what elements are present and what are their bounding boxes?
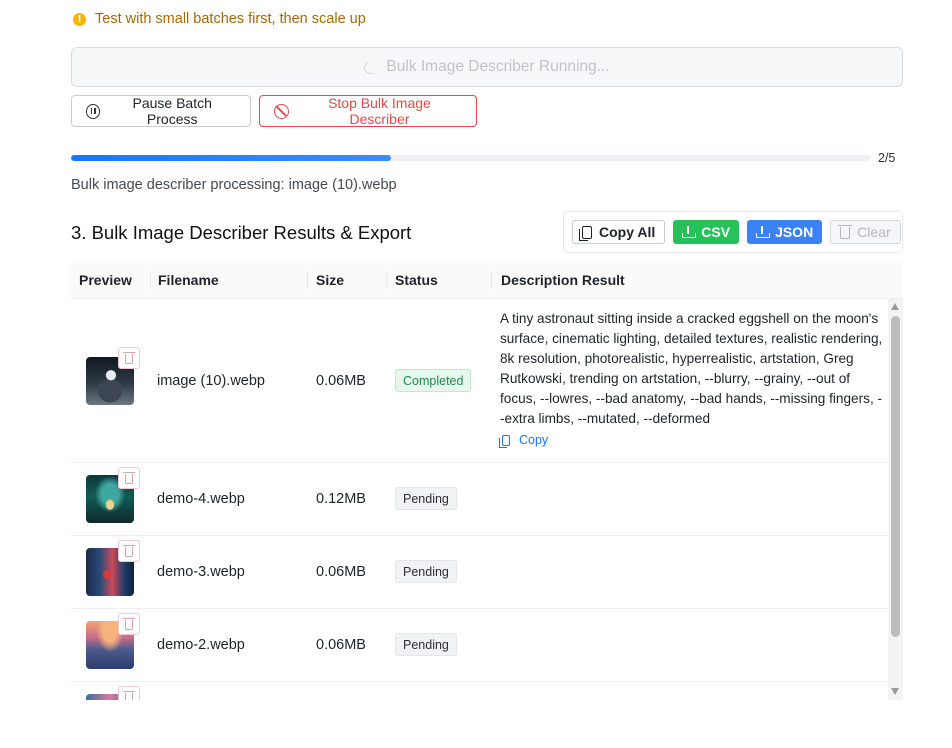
processing-status: Bulk image describer processing: image (…	[71, 177, 397, 193]
column-separator	[386, 271, 387, 289]
filename-cell: demo-4.webp	[157, 491, 245, 507]
info-icon: !	[73, 12, 86, 26]
size-cell: 0.06MB	[316, 637, 366, 653]
copy-icon	[579, 225, 592, 241]
table-row: demo-2.webp 0.06MB Pending	[71, 609, 888, 682]
progress-count: 2/5	[878, 151, 896, 165]
status-badge: Completed	[395, 369, 472, 392]
table-row: demo-4.webp 0.12MB Pending	[71, 463, 888, 536]
remove-image-button[interactable]	[118, 347, 140, 369]
remove-image-button[interactable]	[118, 467, 140, 489]
stop-icon	[274, 103, 289, 119]
remove-image-button[interactable]	[118, 540, 140, 562]
tip-text: Test with small batches first, then scal…	[95, 11, 366, 27]
table-scrollbar[interactable]	[888, 299, 903, 700]
size-cell: 0.06MB	[316, 564, 366, 580]
column-filename: Filename	[158, 272, 219, 288]
size-cell: 0.12MB	[316, 491, 366, 507]
column-size: Size	[316, 272, 345, 288]
batch-controls: Pause Batch Process Stop Bulk Image Desc…	[71, 95, 477, 127]
export-csv-button[interactable]: CSV	[673, 220, 740, 244]
remove-image-button[interactable]	[118, 686, 140, 700]
scroll-down-arrow-icon[interactable]	[891, 688, 899, 695]
copy-description-label: Copy	[519, 433, 549, 447]
spinner-icon	[362, 58, 380, 76]
csv-label: CSV	[701, 224, 731, 240]
column-separator	[491, 271, 492, 289]
status-badge: Pending	[395, 633, 457, 656]
tip-banner: ! Test with small batches first, then sc…	[73, 11, 366, 27]
remove-image-button[interactable]	[118, 613, 140, 635]
table-header: Preview Filename Size Status Description…	[71, 261, 903, 299]
filename-cell: demo-3.webp	[157, 564, 245, 580]
column-preview: Preview	[79, 272, 132, 288]
pause-batch-button[interactable]: Pause Batch Process	[71, 95, 251, 127]
json-label: JSON	[775, 224, 814, 240]
column-separator	[307, 271, 308, 289]
results-title: 3. Bulk Image Describer Results & Export	[71, 222, 412, 243]
status-badge: Pending	[395, 487, 457, 510]
export-toolbar: Copy All CSV JSON Clear	[563, 211, 903, 253]
download-icon	[756, 226, 771, 238]
table-row: demo-3.webp 0.06MB Pending	[71, 536, 888, 609]
running-button[interactable]: Bulk Image Describer Running...	[71, 47, 903, 87]
trash-icon	[123, 618, 135, 630]
clear-button[interactable]: Clear	[830, 220, 901, 244]
filename-cell: demo-2.webp	[157, 637, 245, 653]
column-status: Status	[395, 272, 438, 288]
trash-icon	[123, 352, 135, 364]
column-separator	[150, 271, 151, 289]
copy-all-label: Copy All	[599, 224, 656, 240]
description-text: A tiny astronaut sitting inside a cracke…	[500, 311, 883, 426]
scroll-up-arrow-icon[interactable]	[891, 303, 899, 310]
pause-batch-label: Pause Batch Process	[132, 95, 212, 127]
table-row	[71, 682, 888, 700]
progress-bar	[71, 155, 870, 161]
trash-icon	[838, 225, 853, 239]
status-badge: Pending	[395, 560, 457, 583]
download-icon	[682, 226, 697, 238]
export-json-button[interactable]: JSON	[747, 220, 823, 244]
trash-icon	[123, 472, 135, 484]
results-table: Preview Filename Size Status Description…	[71, 261, 903, 700]
copy-icon	[499, 434, 510, 448]
table-body: image (10).webp 0.06MB Completed A tiny …	[71, 299, 888, 700]
pause-icon	[86, 103, 101, 119]
stop-describer-button[interactable]: Stop Bulk Image Describer	[259, 95, 477, 127]
clear-label: Clear	[857, 224, 891, 240]
trash-icon	[123, 545, 135, 557]
progress-fill	[71, 155, 391, 161]
copy-all-button[interactable]: Copy All	[572, 220, 666, 244]
trash-icon	[123, 691, 135, 700]
scrollbar-thumb[interactable]	[891, 316, 900, 637]
stop-describer-label: Stop Bulk Image Describer	[328, 95, 431, 127]
filename-cell: image (10).webp	[157, 373, 265, 389]
running-button-label: Bulk Image Describer Running...	[386, 58, 610, 75]
size-cell: 0.06MB	[316, 373, 366, 389]
column-description: Description Result	[501, 272, 625, 288]
copy-description-button[interactable]: Copy	[499, 433, 549, 448]
table-row: image (10).webp 0.06MB Completed A tiny …	[71, 299, 888, 463]
